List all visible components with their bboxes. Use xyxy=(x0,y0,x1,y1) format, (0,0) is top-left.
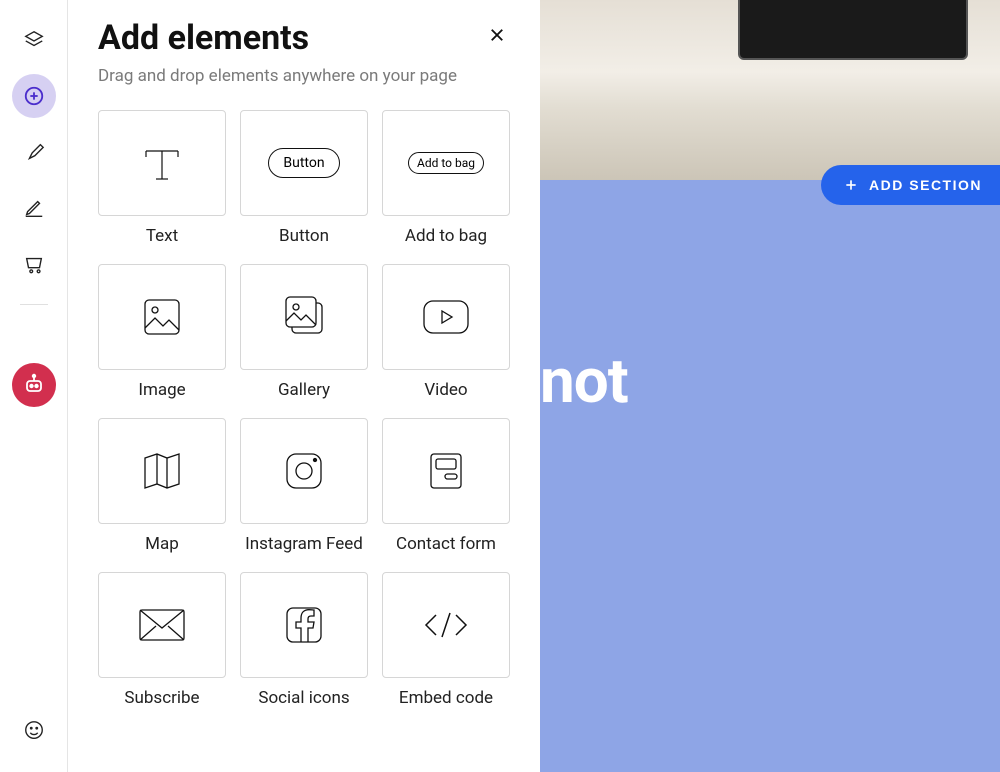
cart-icon xyxy=(23,253,45,275)
cart-tool[interactable] xyxy=(12,242,56,286)
text-icon xyxy=(136,137,188,189)
image-icon xyxy=(137,292,187,342)
elements-grid: Text Button Button Add to bag Add to bag… xyxy=(98,110,510,708)
element-label: Map xyxy=(145,534,179,554)
add-section-button[interactable]: ADD SECTION xyxy=(821,165,1000,205)
brush-icon xyxy=(23,141,45,163)
close-icon xyxy=(488,26,506,44)
instagram-icon xyxy=(279,446,329,496)
add-element-tool[interactable] xyxy=(12,74,56,118)
smile-icon xyxy=(23,719,45,741)
element-social-icons[interactable]: Social icons xyxy=(240,572,368,708)
edit-tool[interactable] xyxy=(12,186,56,230)
ai-tool[interactable] xyxy=(12,363,56,407)
envelope-icon xyxy=(134,604,190,646)
element-label: Add to bag xyxy=(405,226,487,246)
code-icon xyxy=(418,607,474,643)
element-gallery[interactable]: Gallery xyxy=(240,264,368,400)
element-label: Contact form xyxy=(396,534,496,554)
video-icon xyxy=(418,295,474,339)
layers-tool[interactable] xyxy=(12,18,56,62)
element-label: Text xyxy=(146,226,178,246)
button-icon: Button xyxy=(268,148,339,178)
gallery-icon xyxy=(276,289,332,345)
element-label: Video xyxy=(424,380,467,400)
plus-icon xyxy=(843,177,859,193)
element-subscribe[interactable]: Subscribe xyxy=(98,572,226,708)
left-toolbar xyxy=(0,0,68,772)
element-button[interactable]: Button Button xyxy=(240,110,368,246)
element-label: Image xyxy=(138,380,185,400)
plus-circle-icon xyxy=(23,85,45,107)
brush-tool[interactable] xyxy=(12,130,56,174)
pen-icon xyxy=(23,197,45,219)
add-elements-panel: Add elements Drag and drop elements anyw… xyxy=(68,0,540,772)
robot-icon xyxy=(22,373,46,397)
add-section-label: ADD SECTION xyxy=(869,177,982,193)
sidebar-divider xyxy=(20,304,48,305)
element-contact-form[interactable]: Contact form xyxy=(382,418,510,554)
panel-subtitle: Drag and drop elements anywhere on your … xyxy=(98,66,510,86)
facebook-icon xyxy=(281,602,327,648)
addtobag-icon: Add to bag xyxy=(408,152,484,174)
element-label: Instagram Feed xyxy=(245,534,363,554)
element-embed-code[interactable]: Embed code xyxy=(382,572,510,708)
element-instagram[interactable]: Instagram Feed xyxy=(240,418,368,554)
form-icon xyxy=(423,448,469,494)
element-add-to-bag[interactable]: Add to bag Add to bag xyxy=(382,110,510,246)
feedback-tool[interactable] xyxy=(12,708,56,752)
element-label: Subscribe xyxy=(124,688,199,708)
element-label: Gallery xyxy=(278,380,330,400)
element-label: Social icons xyxy=(258,688,349,708)
element-text[interactable]: Text xyxy=(98,110,226,246)
bg-text-fragment: not xyxy=(540,345,628,418)
element-label: Embed code xyxy=(399,688,493,708)
device-bg xyxy=(738,0,968,60)
element-map[interactable]: Map xyxy=(98,418,226,554)
layers-icon xyxy=(23,29,45,51)
element-video[interactable]: Video xyxy=(382,264,510,400)
close-button[interactable] xyxy=(484,22,510,48)
panel-title: Add elements xyxy=(98,18,309,58)
element-label: Button xyxy=(279,226,329,246)
element-image[interactable]: Image xyxy=(98,264,226,400)
map-icon xyxy=(137,446,187,496)
